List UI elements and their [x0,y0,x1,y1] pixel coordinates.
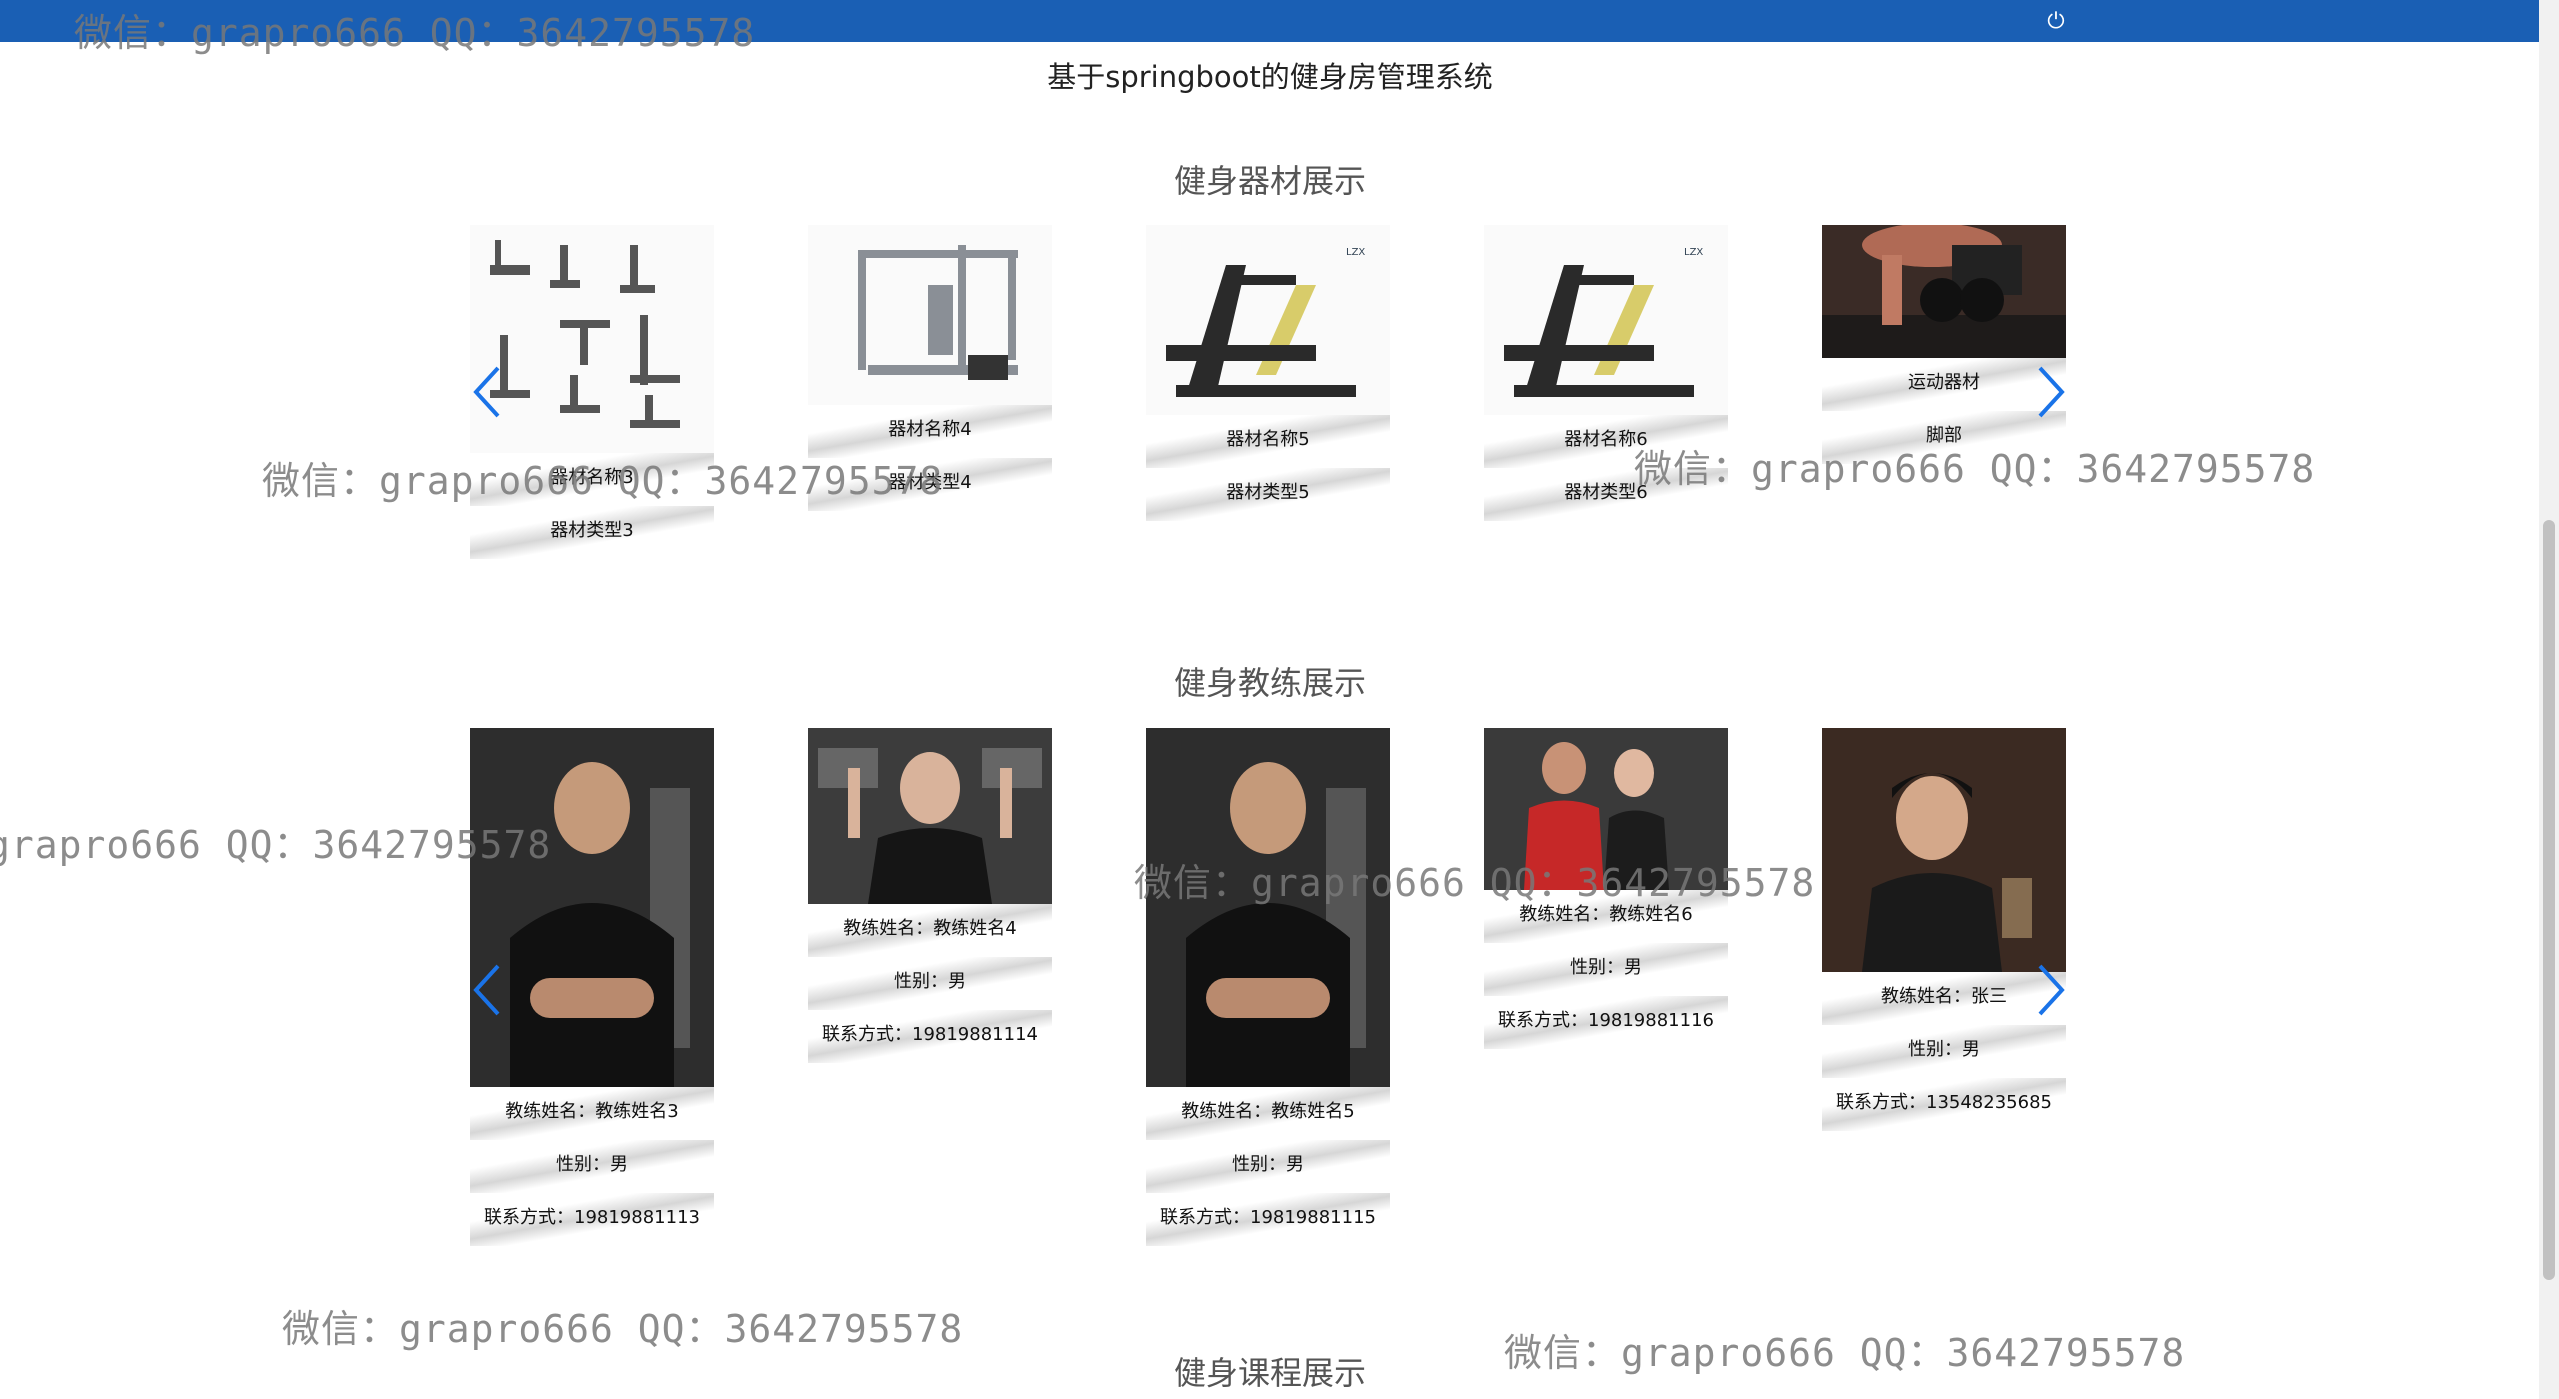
equipment-image [1822,225,2066,358]
scrollbar-thumb[interactable] [2543,520,2555,1280]
coach-gender: 性别：男 [470,1140,714,1193]
coach-prev-arrow[interactable] [468,960,508,1020]
coach-contact: 联系方式：19819881116 [1484,996,1728,1049]
watermark: 微信：grapro666 QQ：3642795578 [1634,447,2316,491]
coach-gender: 性别：男 [808,957,1052,1010]
svg-text:LZX: LZX [1346,247,1365,258]
coach-contact: 联系方式：19819881113 [470,1193,714,1246]
power-icon[interactable]: ⏻ [2043,9,2069,35]
coach-gender: 性别：男 [1822,1025,2066,1078]
coach-gender: 性别：男 [1146,1140,1390,1193]
coach-contact: 联系方式：13548235685 [1822,1078,2066,1131]
coach-name: 教练姓名：教练姓名4 [808,904,1052,957]
equipment-prev-arrow[interactable] [468,362,508,422]
svg-text:LZX: LZX [1684,247,1703,258]
equipment-image: LZX [1484,225,1728,415]
coach-gender: 性别：男 [1484,943,1728,996]
coach-card[interactable]: 教练姓名：张三 性别：男 联系方式：13548235685 [1822,728,2066,1131]
equipment-type: 器材类型3 [470,506,714,559]
equipment-name: 器材名称5 [1146,415,1390,468]
coach-image [470,728,714,1087]
coach-image [1146,728,1390,1087]
watermark: 微信：grapro666 QQ：3642795578 [1504,1331,2186,1375]
equipment-section-title: 健身器材展示 [1173,162,1366,200]
equipment-card[interactable]: LZX 器材名称5 器材类型5 [1146,225,1390,521]
equipment-card[interactable]: 运动器材 脚部 [1822,225,2066,464]
equipment-next-arrow[interactable] [2030,362,2070,422]
coach-name: 教练姓名：教练姓名3 [470,1087,714,1140]
coach-card[interactable]: 教练姓名：教练姓名5 性别：男 联系方式：19819881115 [1146,728,1390,1246]
watermark: 微信：grapro666 QQ：3642795578 [1134,861,1816,905]
coach-name: 教练姓名：教练姓名5 [1146,1087,1390,1140]
coach-next-arrow[interactable] [2030,960,2070,1020]
coach-contact: 联系方式：19819881115 [1146,1193,1390,1246]
coach-image [1822,728,2066,972]
watermark: 微信：grapro666 QQ：3642795578 [282,1307,964,1351]
equipment-image [808,225,1052,405]
watermark: 微信：grapro666 QQ：3642795578 [0,823,552,867]
equipment-image: LZX [1146,225,1390,415]
coach-image [808,728,1052,904]
site-title: 基于springboot的健身房管理系统 [1047,60,1493,94]
equipment-type: 器材类型5 [1146,468,1390,521]
coach-section-title: 健身教练展示 [1173,664,1366,702]
coach-card[interactable]: 教练姓名：教练姓名4 性别：男 联系方式：19819881114 [808,728,1052,1063]
coach-contact: 联系方式：19819881114 [808,1010,1052,1063]
watermark: 微信：grapro666 QQ：3642795578 [74,11,756,55]
watermark: 微信：grapro666 QQ：3642795578 [262,459,944,503]
